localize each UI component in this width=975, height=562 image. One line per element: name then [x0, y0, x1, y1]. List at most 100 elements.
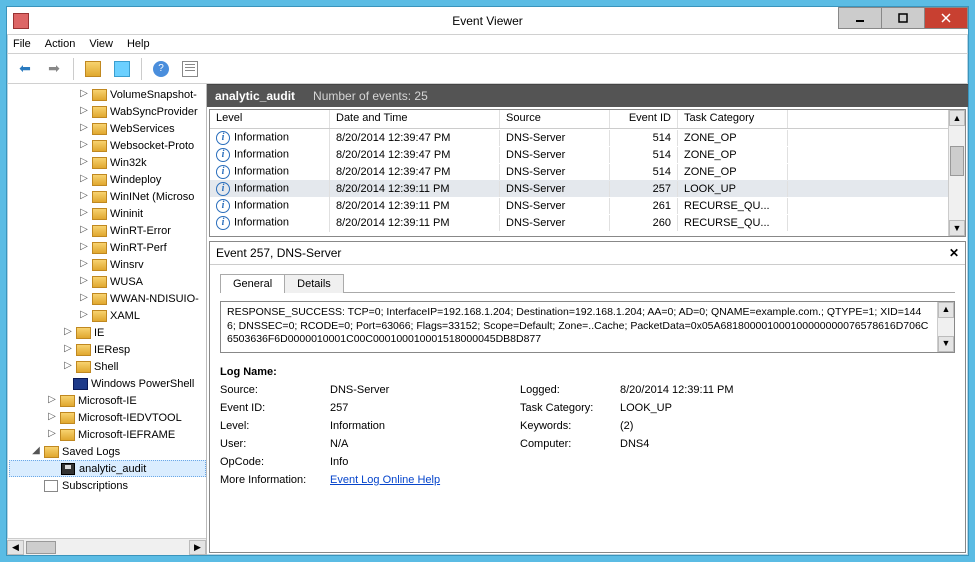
tree-item[interactable]: ▷ XAML — [9, 307, 206, 324]
tree-item[interactable]: ▷Win32k — [9, 154, 206, 171]
tree-item[interactable]: ▷WinRT-Error — [9, 222, 206, 239]
expander-icon[interactable]: ▷ — [45, 411, 59, 422]
tree-item-analytic-audit[interactable]: analytic_audit — [9, 460, 206, 477]
tree-h-scrollbar[interactable]: ◀ ▶ — [7, 538, 206, 555]
scroll-up-button[interactable]: ▲ — [938, 302, 954, 318]
expander-icon[interactable]: ▷ — [77, 88, 91, 99]
tab-details[interactable]: Details — [284, 274, 344, 293]
content-header: analytic_audit Number of events: 25 — [207, 85, 968, 107]
expander-icon[interactable]: ▷ — [77, 275, 91, 286]
tree-item[interactable]: ▷WWAN-NDISUIO- — [9, 290, 206, 307]
expander-icon[interactable]: ▷ — [77, 173, 91, 184]
expander-icon[interactable]: ▷ — [61, 343, 75, 354]
col-eventid[interactable]: Event ID — [610, 110, 678, 128]
tree-item[interactable]: ▷Websocket-Proto — [9, 137, 206, 154]
detail-close-button[interactable]: ✕ — [949, 246, 959, 260]
expander-icon[interactable]: ▷ — [61, 326, 75, 337]
scroll-thumb[interactable] — [950, 146, 964, 176]
tree-item-msie[interactable]: ▷Microsoft-IE — [9, 392, 206, 409]
event-row[interactable]: iInformation8/20/2014 12:39:47 PMDNS-Ser… — [210, 146, 965, 163]
menu-action[interactable]: Action — [45, 38, 76, 50]
close-button[interactable] — [924, 7, 968, 29]
tree-item-msiedvtool[interactable]: ▷Microsoft-IEDVTOOL — [9, 409, 206, 426]
toolbar: ⬅ ➡ ? — [7, 54, 968, 84]
tree-label: XAML — [110, 310, 140, 322]
expander-icon[interactable]: ▷ — [45, 428, 59, 439]
expander-icon[interactable]: ▷ — [77, 292, 91, 303]
tree-item-ieresp[interactable]: ▷IEResp — [9, 341, 206, 358]
show-tree-button[interactable] — [81, 58, 105, 80]
col-taskcategory[interactable]: Task Category — [678, 110, 788, 128]
expander-icon[interactable]: ▷ — [77, 309, 91, 320]
scroll-down-button[interactable]: ▼ — [949, 220, 965, 236]
expander-icon[interactable]: ▷ — [77, 241, 91, 252]
event-row[interactable]: iInformation8/20/2014 12:39:11 PMDNS-Ser… — [210, 214, 965, 231]
scroll-down-button[interactable]: ▼ — [938, 336, 954, 352]
tree-item-savedlogs[interactable]: ◢ Saved Logs — [9, 443, 206, 460]
event-rows[interactable]: iInformation8/20/2014 12:39:47 PMDNS-Ser… — [210, 129, 965, 236]
event-list-v-scrollbar[interactable]: ▲ ▼ — [948, 110, 965, 236]
tree-item-subscriptions[interactable]: Subscriptions — [9, 477, 206, 494]
expander-icon[interactable]: ▷ — [77, 190, 91, 201]
event-row[interactable]: iInformation8/20/2014 12:39:11 PMDNS-Ser… — [210, 180, 965, 197]
tree-item[interactable]: ▷WinINet (Microso — [9, 188, 206, 205]
forward-button[interactable]: ➡ — [42, 58, 66, 80]
scroll-left-button[interactable]: ◀ — [7, 540, 24, 555]
tree-item[interactable]: ▷WUSA — [9, 273, 206, 290]
event-row[interactable]: iInformation8/20/2014 12:39:11 PMDNS-Ser… — [210, 197, 965, 214]
event-row[interactable]: iInformation8/20/2014 12:39:47 PMDNS-Ser… — [210, 129, 965, 146]
expander-icon[interactable]: ▷ — [77, 207, 91, 218]
tree-item[interactable]: ▷Winsrv — [9, 256, 206, 273]
expander-icon[interactable]: ▷ — [77, 156, 91, 167]
menu-file[interactable]: File — [13, 38, 31, 50]
help-icon: ? — [153, 61, 169, 77]
expander-icon[interactable] — [58, 377, 72, 388]
expander-icon[interactable]: ▷ — [45, 394, 59, 405]
tree-item-ie[interactable]: ▷IE — [9, 324, 206, 341]
cell-level: iInformation — [210, 180, 330, 198]
level-label: Level: — [220, 420, 330, 432]
scroll-thumb[interactable] — [26, 541, 56, 554]
event-message-box: RESPONSE_SUCCESS: TCP=0; InterfaceIP=192… — [220, 301, 955, 353]
expander-icon[interactable]: ▷ — [77, 105, 91, 116]
moreinfo-link[interactable]: Event Log Online Help — [330, 474, 440, 486]
tree-item[interactable]: ▷Windeploy — [9, 171, 206, 188]
message-v-scrollbar[interactable]: ▲ ▼ — [937, 302, 954, 352]
expander-icon[interactable]: ▷ — [77, 122, 91, 133]
expander-icon[interactable]: ▷ — [77, 224, 91, 235]
tree-item-shell[interactable]: ▷ Shell — [9, 358, 206, 375]
minimize-button[interactable] — [838, 7, 882, 29]
col-level[interactable]: Level — [210, 110, 330, 128]
taskcat-label: Task Category: — [520, 402, 620, 414]
expander-icon[interactable]: ▷ — [77, 139, 91, 150]
help-button[interactable]: ? — [149, 58, 173, 80]
tree-item[interactable]: ▷Wininit — [9, 205, 206, 222]
tree-label: Saved Logs — [62, 446, 120, 458]
expander-icon[interactable]: ▷ — [61, 360, 75, 371]
maximize-button[interactable] — [881, 7, 925, 29]
menu-view[interactable]: View — [89, 38, 113, 50]
opcode-value: Info — [330, 456, 520, 468]
tree-item-msieframe[interactable]: ▷Microsoft-IEFRAME — [9, 426, 206, 443]
expander-icon[interactable]: ▷ — [77, 258, 91, 269]
back-button[interactable]: ⬅ — [13, 58, 37, 80]
tree-item[interactable]: ▷VolumeSnapshot- — [9, 86, 206, 103]
toolbar-separator — [141, 58, 142, 80]
tree-label: Shell — [94, 361, 118, 373]
tree-item[interactable]: ▷WabSyncProvider — [9, 103, 206, 120]
properties-button[interactable] — [110, 58, 134, 80]
scroll-up-button[interactable]: ▲ — [949, 110, 965, 126]
expander-icon[interactable]: ◢ — [29, 445, 43, 456]
tree-view[interactable]: ▷VolumeSnapshot- ▷WabSyncProvider ▷WebSe… — [7, 84, 206, 538]
view-button[interactable] — [178, 58, 202, 80]
menu-help[interactable]: Help — [127, 38, 150, 50]
tree-item-powershell[interactable]: Windows PowerShell — [9, 375, 206, 392]
col-source[interactable]: Source — [500, 110, 610, 128]
tree-item[interactable]: ▷WebServices — [9, 120, 206, 137]
moreinfo-label: More Information: — [220, 474, 330, 486]
scroll-right-button[interactable]: ▶ — [189, 540, 206, 555]
event-row[interactable]: iInformation8/20/2014 12:39:47 PMDNS-Ser… — [210, 163, 965, 180]
col-datetime[interactable]: Date and Time — [330, 110, 500, 128]
tab-general[interactable]: General — [220, 274, 285, 293]
tree-item[interactable]: ▷WinRT-Perf — [9, 239, 206, 256]
